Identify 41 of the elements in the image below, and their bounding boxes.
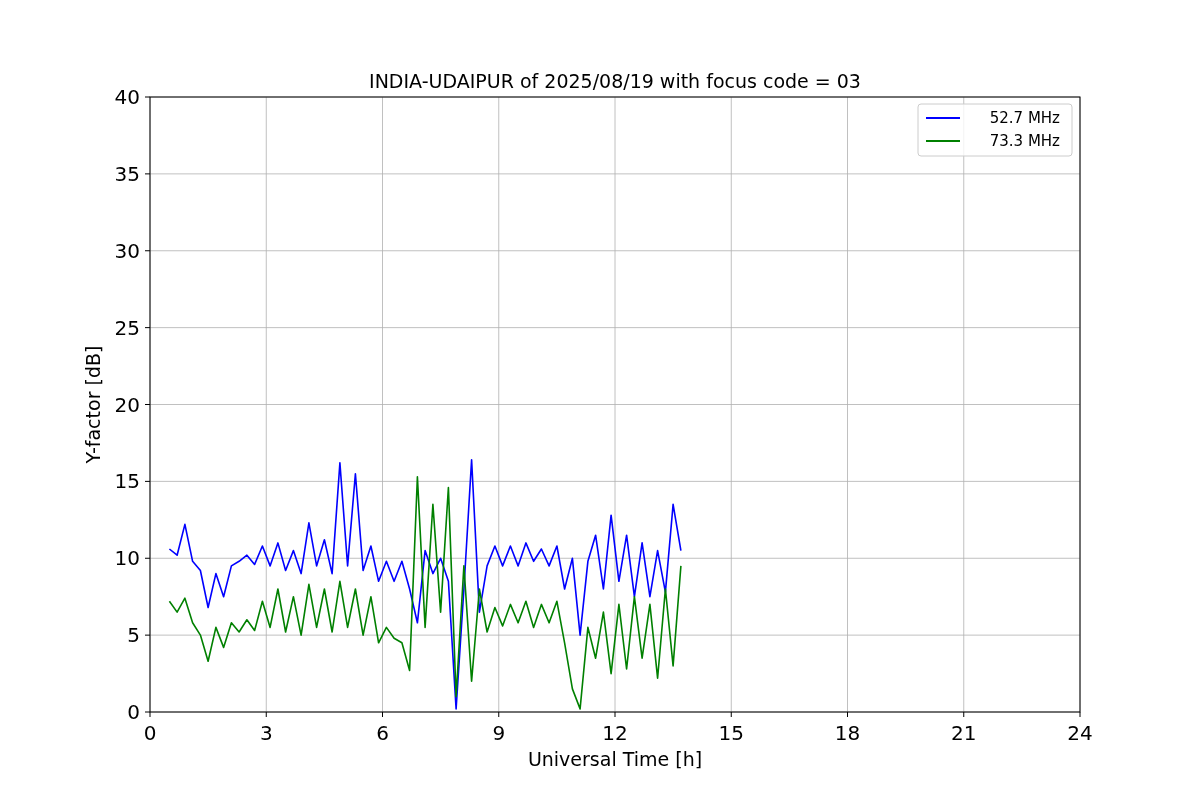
y-tick-label: 5 [127,623,140,648]
tick-mark [1079,711,1081,718]
x-tick-label: 24 [1067,721,1093,745]
x-tick-label: 0 [143,721,157,745]
legend-label: 52.7 MHz [989,109,1060,127]
y-tick-label: 10 [114,546,140,571]
tick-mark [498,711,500,718]
y-axis-label: Y-factor [dB] [82,345,104,464]
y-tick-label: 15 [114,469,140,494]
tick-mark [382,711,383,718]
x-tick-label: 9 [492,721,506,745]
tick-mark [144,404,151,405]
tick-mark [144,173,151,175]
tick-mark [265,711,267,718]
y-tick-label: 30 [114,238,140,263]
tick-mark [730,711,732,718]
legend-line [925,140,961,142]
tick-mark [144,480,151,482]
tick-mark [614,711,616,718]
tick-mark [963,711,965,718]
tick-mark [144,96,151,98]
chart-title: INDIA-UDAIPUR of 2025/08/19 with focus code = 03 [369,70,861,92]
y-tick-label: 35 [114,161,140,186]
tick-mark [144,557,151,559]
y-tick-label: 25 [114,315,140,340]
y-tick-label: 0 [127,700,140,724]
legend-label: 73.3 MHz [989,132,1060,150]
tick-mark [144,250,151,252]
tick-mark [144,327,151,329]
x-tick-label: 21 [951,721,977,745]
x-tick-label: 12 [602,721,628,745]
x-tick-label: 15 [718,721,744,745]
legend-line [925,117,961,119]
x-tick-label: 3 [259,721,273,745]
x-axis-label: Universal Time [h] [527,748,703,770]
tick-mark [847,711,848,718]
tick-mark [144,634,151,636]
x-tick-label: 18 [834,721,861,745]
y-tick-label: 20 [114,392,140,417]
x-tick-label: 6 [376,721,389,745]
y-tick-label: 40 [114,85,140,109]
